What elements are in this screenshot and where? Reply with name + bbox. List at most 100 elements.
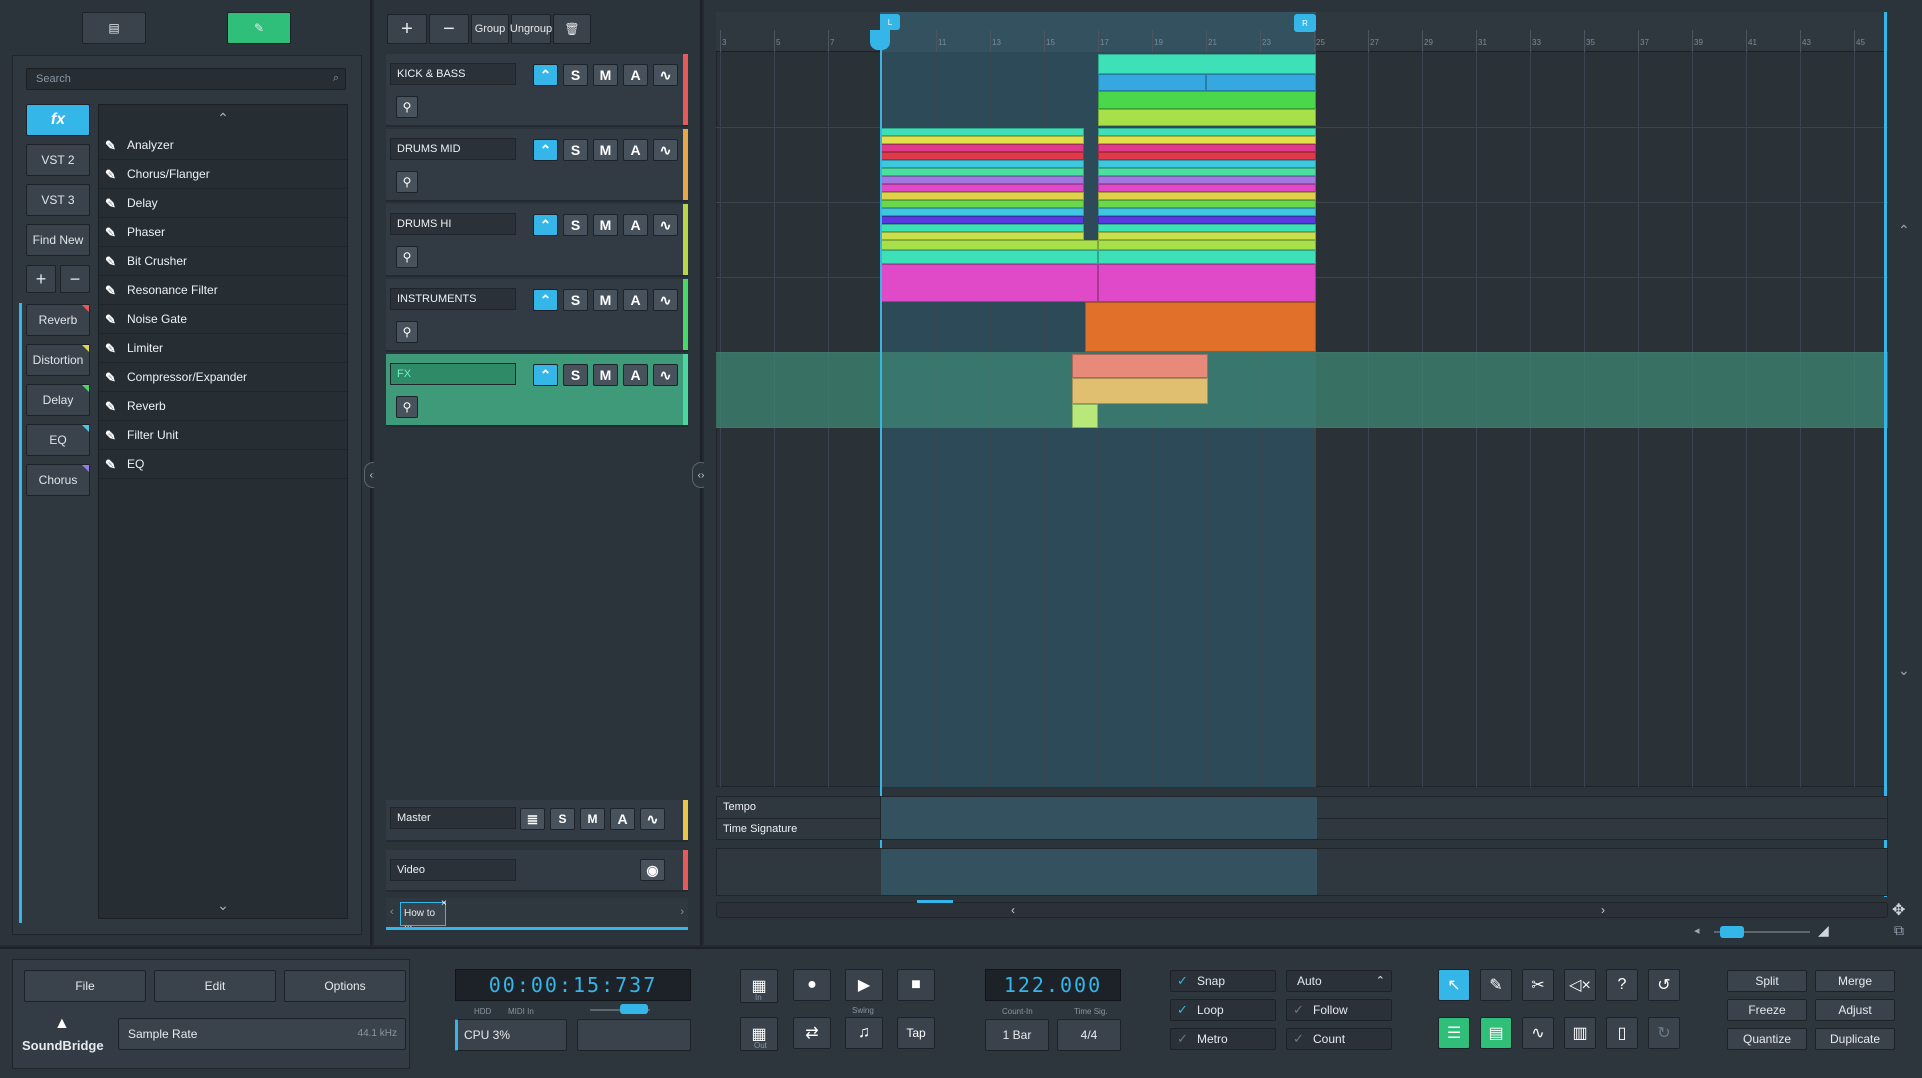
arm-button[interactable]: A [623,139,648,161]
undo-button[interactable]: ↺ [1648,969,1680,1001]
play-button[interactable]: ▶ [845,969,883,1001]
master-track[interactable]: Master ≣ S M A ∿ [386,800,688,842]
track-row[interactable]: KICK & BASS ⌃ S M A ∿ ⚲ [386,54,688,127]
solo-button[interactable]: S [563,289,588,311]
time-display[interactable]: 00:00:15:737 [455,969,691,1001]
scroll-thumb[interactable] [917,900,953,903]
track-row[interactable]: FX ⌃ S M A ∿ ⚲ [386,354,688,427]
automation-button[interactable]: ∿ [653,139,678,161]
duplicate-button[interactable]: Duplicate [1815,1028,1895,1050]
audio-clip[interactable] [880,232,1084,240]
favorite-reverb[interactable]: Reverb [26,304,90,336]
sample-rate-field[interactable]: Sample Rate 44.1 kHz [118,1018,406,1050]
mute-button[interactable]: M [580,808,605,830]
scroll-down-icon[interactable]: ⌄ [99,897,347,914]
follow-toggle[interactable]: ✓ Follow [1286,999,1392,1021]
adjust-button[interactable]: Adjust [1815,999,1895,1021]
scissors-tool[interactable]: ✂ [1522,969,1554,1001]
piano-roll-button[interactable]: ▥ [1564,1017,1596,1049]
track-row[interactable]: INSTRUMENTS ⌃ S M A ∿ ⚲ [386,279,688,352]
audio-clip[interactable] [880,208,1084,216]
ungroup-button[interactable]: Ungroup [510,14,552,44]
audio-clip[interactable] [1098,74,1206,91]
arm-button[interactable]: A [610,808,635,830]
automation-button[interactable]: ∿ [653,214,678,236]
audio-clip[interactable] [1098,168,1316,176]
audio-clip[interactable] [1098,192,1316,200]
audio-clip[interactable] [880,200,1084,208]
search-input[interactable]: Search ⌕ [26,68,346,90]
favorite-eq[interactable]: EQ [26,424,90,456]
audio-clip[interactable] [1098,264,1316,302]
add-favorite-button[interactable]: + [26,265,56,293]
horizontal-scrollbar[interactable]: ‹ › [716,900,1888,918]
loop-toggle[interactable]: ✓ Loop [1170,999,1276,1021]
plugins-view-button[interactable]: ✎ [227,12,291,44]
volume-slider[interactable] [620,1004,648,1014]
plugin-item[interactable]: ✎ Bit Crusher [99,247,347,276]
audio-clip[interactable] [880,136,1084,144]
audio-clip[interactable] [1072,378,1208,404]
favorite-delay[interactable]: Delay [26,384,90,416]
scroll-right-icon[interactable]: › [1601,903,1605,917]
audio-clip[interactable] [1098,184,1316,192]
audio-clip[interactable] [880,240,1098,250]
video-button[interactable]: ◉ [640,859,665,881]
plugin-item[interactable]: ✎ Delay [99,189,347,218]
plugin-item[interactable]: ✎ Chorus/Flanger [99,160,347,189]
automation-button[interactable]: ∿ [653,289,678,311]
mute-button[interactable]: M [593,139,618,161]
quantize-button[interactable]: Quantize [1727,1028,1807,1050]
track-name[interactable]: DRUMS MID [390,138,516,160]
link-button[interactable]: ⚲ [396,396,418,418]
audio-clip[interactable] [1098,109,1316,126]
automation-button[interactable]: ∿ [640,808,665,830]
audio-clip[interactable] [1072,404,1098,428]
record-button[interactable]: ● [793,969,831,1001]
add-track-button[interactable]: + [387,14,427,44]
delete-track-button[interactable]: 🗑 [553,14,591,44]
timesig-track-label[interactable]: Time Signature [723,823,797,835]
tempo-display[interactable]: 122.000 [985,969,1121,1001]
move-icon[interactable]: ✥ [1892,900,1905,920]
arm-button[interactable]: A [623,64,648,86]
audio-clip[interactable] [1098,176,1316,184]
track-name[interactable]: KICK & BASS [390,63,516,85]
tab-vst3[interactable]: VST 3 [26,184,90,216]
freeze-button[interactable]: Freeze [1727,999,1807,1021]
track-name[interactable]: INSTRUMENTS [390,288,516,310]
audio-clip[interactable] [1098,136,1316,144]
group-button[interactable]: Group [471,14,509,44]
audio-clip[interactable] [880,160,1084,168]
pointer-tool[interactable]: ↖ [1438,969,1470,1001]
notes-button[interactable]: ≣ [520,808,545,830]
zoom-slider[interactable]: ◂ ◢ [1694,922,1834,939]
track-name[interactable]: FX [390,363,516,385]
split-button[interactable]: Split [1727,970,1807,992]
tab-prev-icon[interactable]: ‹ [390,906,394,918]
playhead[interactable] [880,14,882,894]
arm-button[interactable]: A [623,214,648,236]
favorite-distortion[interactable]: Distortion [26,344,90,376]
options-menu[interactable]: Options [284,970,406,1002]
audio-clip[interactable] [1098,54,1316,74]
tempo-track-label[interactable]: Tempo [723,801,756,813]
pencil-tool[interactable]: ✎ [1480,969,1512,1001]
audio-clip[interactable] [1098,144,1316,152]
browser-view-button[interactable]: ▤ [82,12,146,44]
metro-toggle[interactable]: ✓ Metro [1170,1028,1276,1050]
audio-clip[interactable] [1098,91,1316,109]
scroll-up-icon[interactable]: ⌃ [99,105,347,131]
tracks-view-button[interactable]: ☰ [1438,1017,1470,1049]
favorite-chorus[interactable]: Chorus [26,464,90,496]
help-tool[interactable]: ? [1606,969,1638,1001]
mute-button[interactable]: M [593,214,618,236]
scroll-up-icon[interactable]: ⌃ [1898,222,1910,239]
tab-vst2[interactable]: VST 2 [26,144,90,176]
plugin-item[interactable]: ✎ Noise Gate [99,305,347,334]
metronome-button[interactable]: ♫ [845,1017,883,1049]
monitor-button[interactable]: ⌃ [533,64,558,86]
link-button[interactable]: ⚲ [396,246,418,268]
audio-clip[interactable] [1206,74,1316,91]
time-sig-select[interactable]: 4/4 [1057,1019,1121,1051]
